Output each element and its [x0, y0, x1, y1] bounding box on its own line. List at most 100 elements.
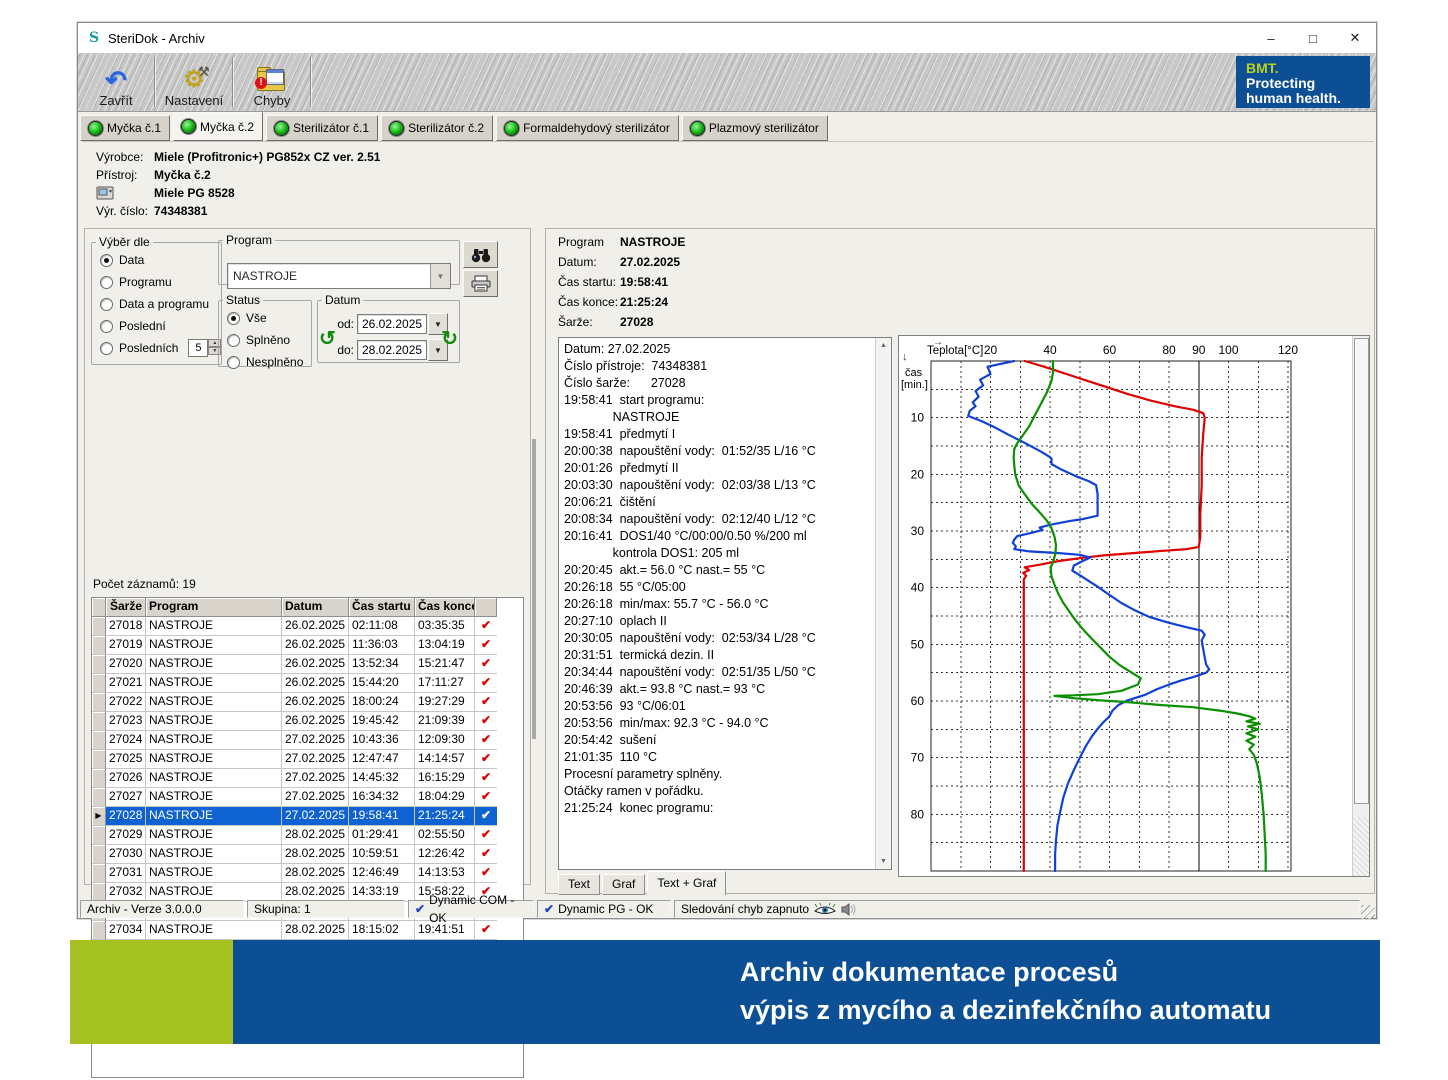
process-log-panel: Datum: 27.02.2025 Číslo přístroje: 74348… — [558, 337, 892, 870]
close-archive-button[interactable]: ↶ Zavřít — [78, 53, 154, 111]
detail-label: Datum: — [558, 255, 620, 273]
detail-value: 27.02.2025 — [620, 255, 680, 273]
settings-label: Nastavení — [165, 93, 224, 108]
table-cell: NASTROJE — [146, 636, 282, 655]
table-row[interactable]: 27027NASTROJE27.02.202516:34:3218:04:29✔ — [92, 788, 523, 807]
device-tab-4[interactable]: Sterilizátor č.2 — [381, 115, 493, 141]
bmt-logo-line2: Protecting — [1246, 76, 1370, 91]
table-row[interactable]: 27023NASTROJE26.02.202519:45:4221:09:39✔ — [92, 712, 523, 731]
select-by-radio-3[interactable]: Data a programu — [92, 293, 221, 315]
resize-grip[interactable] — [1361, 905, 1375, 919]
table-row[interactable]: 27025NASTROJE27.02.202512:47:4714:14:57✔ — [92, 750, 523, 769]
print-button[interactable] — [463, 270, 498, 297]
device-tab-3[interactable]: Sterilizátor č.1 — [266, 115, 378, 141]
table-cell: 14:13:53 — [415, 864, 475, 883]
close-button[interactable]: ✕ — [1334, 23, 1376, 53]
settings-button[interactable]: ⚙⚒ Nastavení — [156, 53, 232, 111]
led-icon — [182, 120, 195, 133]
last-n-spinner[interactable]: 5▲▼ — [188, 339, 221, 357]
table-cell: 18:15:02 — [349, 921, 415, 940]
scroll-up-icon[interactable]: ▲ — [876, 338, 891, 353]
minimize-button[interactable]: – — [1250, 23, 1292, 53]
errors-label: Chyby — [254, 93, 291, 108]
svg-text:20: 20 — [984, 343, 998, 357]
row-gutter — [92, 636, 106, 655]
table-row[interactable]: 27031NASTROJE28.02.202512:46:4914:13:53✔ — [92, 864, 523, 883]
status-radio-label: Splněno — [246, 333, 290, 347]
status-radio-1[interactable]: Vše — [219, 307, 311, 329]
select-by-radio-4[interactable]: Poslední — [92, 315, 221, 337]
table-cell: 27022 — [106, 693, 146, 712]
svg-text:120: 120 — [1278, 343, 1298, 357]
check-icon: ✔ — [544, 900, 554, 918]
table-cell: 27026 — [106, 769, 146, 788]
status-options: Vše Splněno Nesplněno — [219, 307, 311, 373]
table-cell: 28.02.2025 — [282, 845, 349, 864]
errors-button[interactable]: ! Chyby — [234, 53, 310, 111]
svg-text:50: 50 — [911, 637, 925, 651]
rotate-right-icon[interactable]: ↻ — [441, 329, 458, 349]
device-info-row: Výrobce: Miele (Profitronic+) PG852x CZ … — [96, 150, 380, 166]
device-tab-1[interactable]: Myčka č.1 — [80, 115, 170, 141]
table-row[interactable]: 27022NASTROJE26.02.202518:00:2419:27:29✔ — [92, 693, 523, 712]
last-n-value[interactable]: 5 — [188, 339, 208, 357]
select-by-radio-1[interactable]: Data — [92, 249, 221, 271]
table-cell: NASTROJE — [146, 769, 282, 788]
table-row[interactable]: 27026NASTROJE27.02.202514:45:3216:15:29✔ — [92, 769, 523, 788]
select-by-radio-2[interactable]: Programu — [92, 271, 221, 293]
svg-text:30: 30 — [911, 524, 925, 538]
view-tab-bar: Text Graf Text + Graf — [558, 871, 728, 895]
device-tab-label: Myčka č.1 — [107, 121, 161, 135]
scroll-down-icon[interactable]: ▼ — [876, 854, 891, 869]
chevron-down-icon[interactable]: ▼ — [430, 264, 450, 288]
chart-scroll-thumb[interactable] — [1354, 338, 1369, 804]
status-radio-2[interactable]: Splněno — [219, 329, 311, 351]
device-tab-label: Formaldehydový sterilizátor — [523, 121, 670, 135]
radio-icon — [100, 298, 113, 311]
device-tab-2[interactable]: Myčka č.2 — [173, 112, 263, 141]
temperature-chart-panel: 20406080901001201020304050607080Teplota[… — [898, 335, 1370, 877]
table-row[interactable]: 27030NASTROJE28.02.202510:59:5112:26:42✔ — [92, 845, 523, 864]
date-to-input[interactable]: 28.02.2025 — [357, 340, 427, 360]
table-cell: ✔ — [475, 731, 497, 750]
table-row[interactable]: 27029NASTROJE28.02.202501:29:4102:55:50✔ — [92, 826, 523, 845]
log-scrollbar[interactable]: ▲ ▼ — [875, 338, 891, 869]
radio-icon — [227, 312, 240, 325]
row-gutter — [92, 788, 106, 807]
table-cell: 27030 — [106, 845, 146, 864]
chart-scroll-hatch — [1353, 817, 1369, 876]
table-header-row: ŠaržeProgramDatumČas startuČas konce — [92, 598, 523, 617]
table-row[interactable]: 27018NASTROJE26.02.202502:11:0803:35:35✔ — [92, 617, 523, 636]
detail-row: Šarže:27028 — [558, 315, 653, 333]
tab-text[interactable]: Text — [558, 874, 600, 895]
device-info-label: Výrobce: — [96, 150, 154, 166]
select-by-radio-5[interactable]: Posledních5▲▼ — [92, 337, 221, 359]
maximize-button[interactable]: □ — [1292, 23, 1334, 53]
table-row[interactable]: 27019NASTROJE26.02.202511:36:0313:04:19✔ — [92, 636, 523, 655]
table-row[interactable]: 27021NASTROJE26.02.202515:44:2017:11:27✔ — [92, 674, 523, 693]
splitter-handle[interactable] — [532, 439, 536, 739]
table-cell: ✔ — [475, 807, 497, 826]
row-gutter — [92, 693, 106, 712]
select-by-options: DataProgramuData a programuPosledníPosle… — [92, 249, 221, 359]
status-legend: Status — [223, 293, 263, 307]
tab-text-graf[interactable]: Text + Graf — [647, 871, 726, 895]
chart-scrollbar[interactable] — [1352, 336, 1369, 876]
table-row[interactable]: ▶27028NASTROJE27.02.202519:58:4121:25:24… — [92, 807, 523, 826]
device-tab-label: Sterilizátor č.2 — [408, 121, 484, 135]
device-tab-6[interactable]: Plazmový sterilizátor — [682, 115, 828, 141]
table-row[interactable]: 27024NASTROJE27.02.202510:43:3612:09:30✔ — [92, 731, 523, 750]
table-row[interactable]: 27020NASTROJE26.02.202513:52:3415:21:47✔ — [92, 655, 523, 674]
status-radio-3[interactable]: Nesplněno — [219, 351, 311, 373]
device-tab-5[interactable]: Formaldehydový sterilizátor — [496, 115, 679, 141]
search-button[interactable] — [463, 241, 498, 268]
date-from-input[interactable]: 26.02.2025 — [357, 314, 427, 334]
program-combo[interactable]: NASTROJE ▼ — [227, 263, 451, 289]
tab-graf[interactable]: Graf — [602, 874, 645, 895]
svg-text:100: 100 — [1219, 343, 1239, 357]
table-cell: NASTROJE — [146, 826, 282, 845]
error-folder-icon: ! — [257, 67, 287, 91]
device-info-row: Miele PG 8528 — [96, 186, 235, 202]
table-cell: NASTROJE — [146, 674, 282, 693]
table-cell: 27019 — [106, 636, 146, 655]
